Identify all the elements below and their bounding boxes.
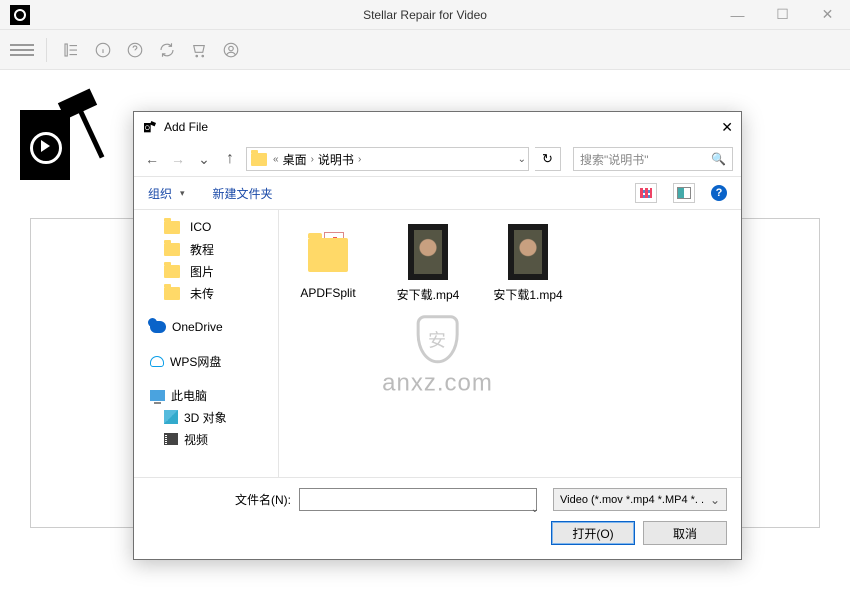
3d-icon xyxy=(164,410,178,424)
file-item[interactable]: 安下载1.mp4 xyxy=(489,224,567,303)
folder-thumb-icon xyxy=(300,224,356,280)
cancel-button[interactable]: 取消 xyxy=(643,521,727,545)
new-folder-button[interactable]: 新建文件夹 xyxy=(213,185,273,202)
toolbar-divider xyxy=(46,38,47,62)
file-type-filter[interactable]: Video (*.mov *.mp4 *.MP4 *. . xyxy=(553,488,727,511)
user-icon[interactable] xyxy=(219,38,243,62)
close-app-button[interactable]: ✕ xyxy=(805,0,850,30)
video-icon xyxy=(164,433,178,445)
breadcrumb-sep: › xyxy=(311,154,314,165)
dialog-toolbar: 组织 ▾ 新建文件夹 ? xyxy=(134,176,741,210)
folder-icon xyxy=(164,265,180,278)
tree-item-视频[interactable]: 视频 xyxy=(150,428,278,450)
nav-tree: ICO 教程图片未传 OneDrive WPS网盘此电脑 3D 对象视频 xyxy=(134,210,279,477)
breadcrumb[interactable]: « 桌面 › 说明书 › ⌄ xyxy=(246,147,529,171)
folder-icon xyxy=(164,221,180,234)
tree-item-label: 教程 xyxy=(190,241,214,258)
onedrive-icon xyxy=(150,321,166,333)
dialog-icon xyxy=(142,119,158,135)
tree-item-3D 对象[interactable]: 3D 对象 xyxy=(150,406,278,428)
maximize-button[interactable]: ☐ xyxy=(760,0,805,30)
dialog-footer: 文件名(N): ⌄ Video (*.mov *.mp4 *.MP4 *. . … xyxy=(134,477,741,559)
tree-item-OneDrive[interactable]: OneDrive xyxy=(150,316,278,338)
refresh-button[interactable]: ↻ xyxy=(535,147,561,171)
breadcrumb-dropdown[interactable]: ⌄ xyxy=(518,154,526,165)
folder-icon xyxy=(164,243,180,256)
view-mode-button[interactable] xyxy=(635,183,657,203)
nav-recent-button[interactable]: ⌄ xyxy=(194,151,214,168)
dialog-navbar: ← → ⌄ ↑ « 桌面 › 说明书 › ⌄ ↻ 搜索"说明书" 🔍 xyxy=(134,142,741,176)
breadcrumb-seg-0[interactable]: 桌面 xyxy=(281,151,309,168)
folder-icon xyxy=(164,287,180,300)
dialog-title: Add File xyxy=(164,120,208,134)
file-item[interactable]: 安下载.mp4 xyxy=(389,224,467,303)
dialog-body: ICO 教程图片未传 OneDrive WPS网盘此电脑 3D 对象视频 APDFSpl… xyxy=(134,210,741,477)
tree-item-ICO[interactable]: ICO xyxy=(150,216,278,238)
breadcrumb-seg-1[interactable]: 说明书 xyxy=(316,151,356,168)
tree-item-教程[interactable]: 教程 xyxy=(150,238,278,260)
file-item[interactable]: APDFSplit xyxy=(289,224,367,300)
help-icon[interactable] xyxy=(123,38,147,62)
hamburger-menu-button[interactable] xyxy=(10,44,34,56)
tree-item-label: 未传 xyxy=(190,285,214,302)
search-icon: 🔍 xyxy=(711,152,726,166)
folder-icon xyxy=(251,153,267,166)
dialog-titlebar: Add File ✕ xyxy=(134,112,741,142)
pc-icon xyxy=(150,390,165,401)
cloud-icon xyxy=(150,356,164,367)
search-placeholder: 搜索"说明书" xyxy=(580,151,649,168)
open-button[interactable]: 打开(O) xyxy=(551,521,635,545)
product-logo xyxy=(20,95,115,190)
filename-input[interactable] xyxy=(299,488,537,511)
organize-dropdown-icon[interactable]: ▾ xyxy=(180,188,185,199)
breadcrumb-sep: › xyxy=(358,154,361,165)
app-title: Stellar Repair for Video xyxy=(363,8,487,22)
tree-item-label: OneDrive xyxy=(172,320,223,334)
tree-item-label: ICO xyxy=(190,220,211,234)
app-toolbar xyxy=(0,30,850,70)
file-name-label: 安下载.mp4 xyxy=(389,286,467,303)
tree-item-未传[interactable]: 未传 xyxy=(150,282,278,304)
dialog-close-button[interactable]: ✕ xyxy=(721,119,733,136)
tree-item-label: 3D 对象 xyxy=(184,409,227,426)
nav-forward-button[interactable]: → xyxy=(168,151,188,167)
add-file-dialog: Add File ✕ ← → ⌄ ↑ « 桌面 › 说明书 › ⌄ ↻ 搜索"说… xyxy=(133,111,742,560)
cart-icon[interactable] xyxy=(187,38,211,62)
tree-item-label: 此电脑 xyxy=(171,387,207,404)
video-thumb-icon xyxy=(508,224,548,280)
app-logo-icon xyxy=(10,5,30,25)
nav-back-button[interactable]: ← xyxy=(142,151,162,167)
file-name-label: 安下载1.mp4 xyxy=(489,286,567,303)
help-icon[interactable]: ? xyxy=(711,185,727,201)
nav-up-button[interactable]: ↑ xyxy=(220,150,240,168)
info-icon[interactable] xyxy=(91,38,115,62)
breadcrumb-lead: « xyxy=(273,154,279,165)
app-titlebar: Stellar Repair for Video — ☐ ✕ xyxy=(0,0,850,30)
file-name-label: APDFSplit xyxy=(289,286,367,300)
tree-item-label: 图片 xyxy=(190,263,214,280)
preview-pane-button[interactable] xyxy=(673,183,695,203)
tree-item-图片[interactable]: 图片 xyxy=(150,260,278,282)
search-input[interactable]: 搜索"说明书" 🔍 xyxy=(573,147,733,171)
organize-menu[interactable]: 组织 xyxy=(148,185,172,202)
tree-item-此电脑[interactable]: 此电脑 xyxy=(150,384,278,406)
list-icon[interactable] xyxy=(59,38,83,62)
file-grid[interactable]: APDFSplit 安下载.mp4 安下载1.mp4 xyxy=(279,210,741,477)
refresh-icon[interactable] xyxy=(155,38,179,62)
minimize-button[interactable]: — xyxy=(715,0,760,30)
tree-item-label: WPS网盘 xyxy=(170,353,221,370)
tree-item-WPS网盘[interactable]: WPS网盘 xyxy=(150,350,278,372)
filename-label: 文件名(N): xyxy=(235,491,291,508)
video-thumb-icon xyxy=(408,224,448,280)
tree-item-label: 视频 xyxy=(184,431,208,448)
